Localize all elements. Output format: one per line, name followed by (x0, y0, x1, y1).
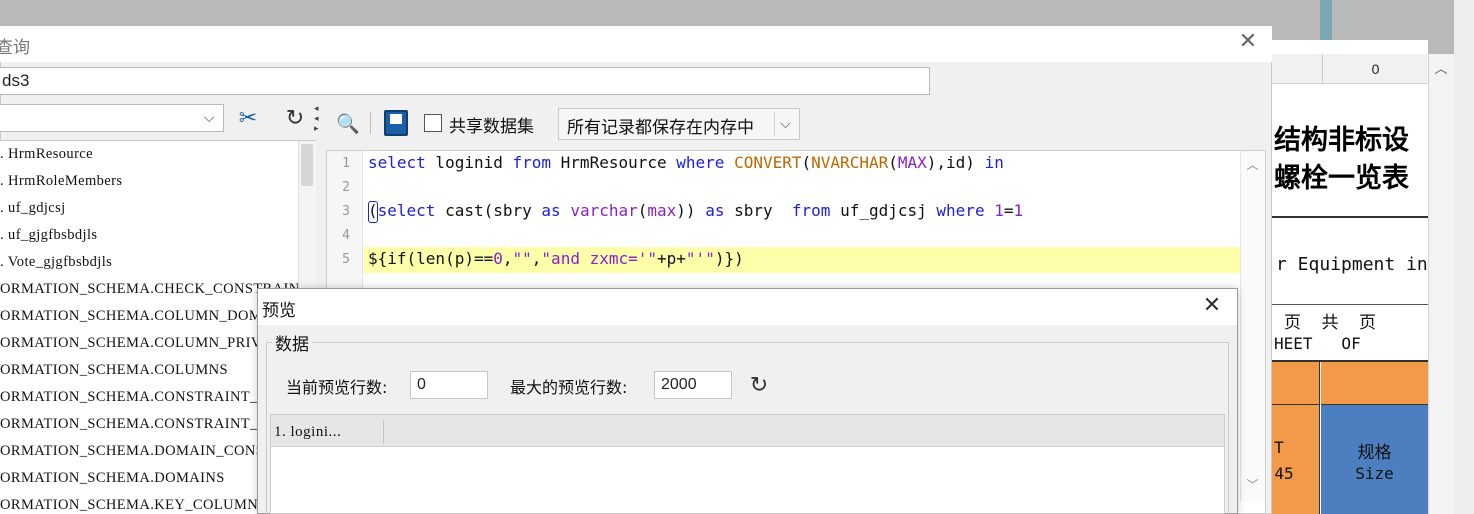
preview-icon[interactable]: 🔍 (334, 110, 362, 138)
sheet-subtitle: r Equipment in (1276, 254, 1428, 275)
data-group-label: 数据 (272, 330, 312, 355)
query-dialog-title: 查询 (0, 38, 30, 58)
refresh-icon[interactable]: ↻ (282, 104, 308, 134)
list-item[interactable]: ORMATION_SCHEMA.CONSTRAINT_COLUMN_USAGE (0, 384, 298, 411)
sheet-cell[interactable] (1272, 404, 1320, 514)
line-number: 3 (342, 204, 350, 219)
max-rows-input[interactable]: 2000 (654, 371, 732, 399)
dataset-name-input[interactable]: ds3 (0, 67, 930, 95)
query-dialog-titlebar[interactable] (0, 26, 1272, 62)
sheet-header-cn: 页 共 页 (1284, 313, 1376, 333)
sheet-rule (1272, 304, 1428, 305)
code-line[interactable]: ${if(len(p)==0,"","and zxmc='"+p+"'")}) (368, 249, 744, 268)
sheet-cell-text: T (1274, 438, 1284, 457)
current-rows-label: 当前预览行数: (286, 378, 388, 397)
editor-scrollbar[interactable] (1240, 151, 1265, 501)
list-item[interactable]: . Vote_gjgfbsbdjls (0, 249, 112, 276)
table-list-items: . HrmResource . HrmRoleMembers . uf_gdjc… (0, 141, 298, 514)
line-number: 5 (342, 252, 350, 267)
background-window (0, 0, 1474, 26)
list-item[interactable]: ORMATION_SCHEMA.COLUMN_DOMAIN_USAGE (0, 303, 298, 330)
list-item[interactable]: . uf_gjgfbsbdjls (0, 222, 97, 249)
close-icon[interactable]: ✕ (1236, 30, 1260, 54)
preview-grid-header (271, 415, 1224, 447)
background-side-panel (1454, 0, 1474, 514)
code-line[interactable]: (select cast(sbry as varchar(max)) as sb… (368, 201, 1023, 220)
preview-dialog-title: 预览 (262, 301, 296, 321)
preview-dialog-titlebar[interactable] (258, 289, 1237, 325)
list-item[interactable]: . HrmRoleMembers (0, 168, 122, 195)
max-rows-label: 最大的预览行数: (510, 378, 628, 397)
list-item[interactable]: . uf_gdjcsj (0, 195, 66, 222)
storage-mode-value: 所有记录都保存在内存中 (567, 118, 754, 138)
share-dataset-label[interactable]: 共享数据集 (449, 112, 534, 137)
connection-select[interactable] (0, 104, 224, 132)
list-item[interactable]: . HrmResource (0, 141, 93, 168)
line-number: 2 (342, 180, 350, 195)
collapse-handle-icon[interactable]: ◂ ◂ ▸ (314, 104, 324, 134)
list-item[interactable]: ORMATION_SCHEMA.CONSTRAINT_TABLE_USAGE (0, 411, 298, 438)
list-item[interactable]: ORMATION_SCHEMA.KEY_COLUMN_USAGE (0, 492, 298, 514)
sheet-cell[interactable] (1272, 362, 1320, 404)
chevron-down-icon[interactable]: ⌵ (198, 106, 220, 130)
edit-connection-icon[interactable]: ✂ (232, 104, 264, 134)
sheet-title-line1: 结构非标设 (1274, 125, 1409, 156)
list-item[interactable]: ORMATION_SCHEMA.COLUMNS (0, 357, 228, 384)
list-item[interactable]: ORMATION_SCHEMA.DOMAIN_CONSTRAINTS (0, 438, 298, 465)
sheet-cell-text: 45 (1274, 464, 1294, 483)
toolbar-divider (370, 112, 371, 134)
save-icon-label (390, 114, 402, 124)
sheet-cell[interactable] (1321, 362, 1428, 404)
line-number: 4 (342, 228, 350, 243)
sheet-title-line2: 螺栓一览表 (1274, 163, 1409, 194)
sheet-cell-text: 规格 (1357, 443, 1392, 463)
spreadsheet-scrollbar[interactable] (1428, 54, 1454, 514)
sheet-rule (1272, 216, 1428, 218)
share-dataset-checkbox[interactable] (424, 114, 442, 132)
grid-column-header[interactable]: 1. logini... (272, 420, 384, 444)
list-item[interactable]: ORMATION_SCHEMA.CHECK_CONSTRAINTS (0, 276, 298, 303)
code-line[interactable]: select loginid from HrmResource where CO… (368, 153, 1004, 172)
scroll-down-icon[interactable]: ﹀ (1240, 476, 1265, 496)
refresh-icon[interactable]: ↻ (746, 372, 772, 400)
current-rows-input[interactable]: 0 (410, 371, 488, 399)
sheet-cell-text: Size (1355, 464, 1394, 483)
list-item[interactable]: ORMATION_SCHEMA.COLUMN_PRIVILEGES (0, 330, 298, 357)
sheet-header-en: HEET OF (1274, 334, 1361, 353)
list-item[interactable]: ORMATION_SCHEMA.DOMAINS (0, 465, 225, 492)
close-icon[interactable]: ✕ (1200, 294, 1224, 318)
line-number: 1 (342, 156, 350, 171)
chevron-down-icon[interactable]: ⌵ (774, 112, 796, 136)
scroll-up-icon[interactable]: ︿ (1430, 58, 1452, 77)
background-accent-bar (1320, 0, 1332, 40)
table-list-scroll-thumb[interactable] (301, 144, 313, 186)
spreadsheet-column-header[interactable]: 0 (1322, 54, 1428, 84)
scroll-up-icon[interactable]: ︿ (1240, 156, 1265, 176)
